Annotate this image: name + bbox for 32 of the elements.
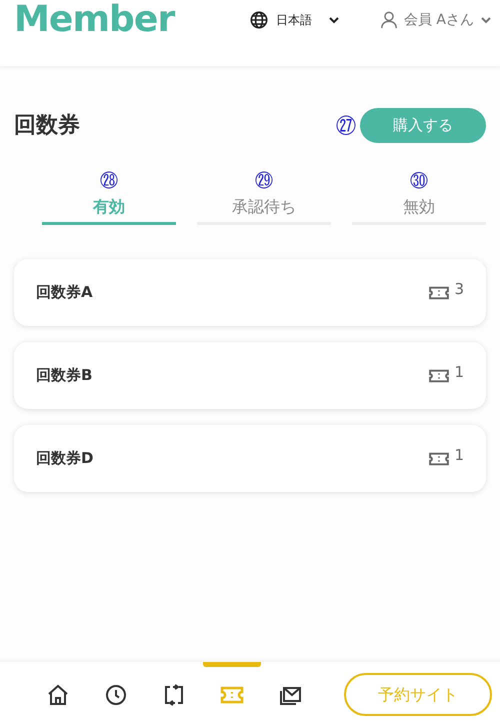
chevron-down-icon (328, 16, 340, 24)
annotation-number: ㉘ (100, 173, 118, 191)
swap-arrows-icon (162, 682, 186, 706)
chevron-down-icon (480, 16, 492, 24)
annotation-number: ㉗ (336, 112, 356, 140)
ticket-name: 回数券B (36, 365, 92, 386)
user-icon (380, 11, 398, 29)
active-indicator (203, 662, 261, 667)
purchase-button[interactable]: 購入する (360, 108, 486, 143)
logo: Member (14, 2, 174, 38)
annotation-number: ㉙ (255, 173, 273, 191)
ticket-icon (428, 450, 450, 466)
user-menu[interactable]: 会員 Aさん (380, 10, 492, 30)
ticket-name: 回数券A (36, 282, 93, 304)
ticket-count: 1 (454, 362, 464, 384)
ticket-count: 1 (454, 445, 464, 466)
language-selector[interactable]: 日本語 (250, 11, 340, 29)
ticket-card[interactable]: 回数券A 3 (14, 259, 486, 326)
ticket-card[interactable]: 回数券D 1 (14, 425, 486, 492)
tab[interactable]: 承認待ち (197, 191, 331, 225)
globe-icon (250, 11, 268, 29)
ticket-count: 3 (454, 279, 464, 300)
ticket-icon (428, 284, 450, 300)
home-icon (46, 682, 70, 706)
ticket-card[interactable]: 回数券B 1 (14, 342, 486, 409)
tab[interactable]: 無効 (352, 191, 486, 225)
clock-icon (104, 682, 128, 706)
page-title: 回数券 (14, 112, 80, 140)
ticket-icon (428, 368, 450, 384)
tab[interactable]: 有効 (42, 191, 176, 225)
annotation-number: ㉚ (410, 173, 428, 191)
ticket-name: 回数券D (36, 448, 94, 470)
